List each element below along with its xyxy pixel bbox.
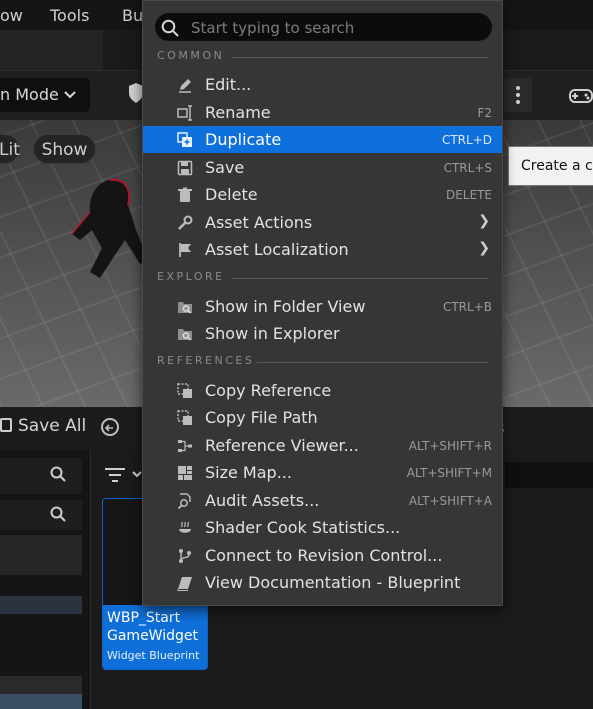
asset-search-input[interactable] xyxy=(505,462,593,488)
menu-item-show-in-folder-view[interactable]: Show in Folder View CTRL+B xyxy=(143,293,502,320)
collections-search-row[interactable] xyxy=(0,500,82,530)
tooltip: Create a co xyxy=(508,146,593,186)
pencil-icon xyxy=(177,77,193,93)
menu-item-shader-cook-statistics[interactable]: Shader Cook Statistics... xyxy=(143,514,502,541)
menu-item-duplicate[interactable]: Duplicate CTRL+D xyxy=(143,126,502,153)
menu-window[interactable]: ow xyxy=(0,6,23,25)
menu-build[interactable]: Bu xyxy=(122,6,143,25)
audit-icon xyxy=(177,493,193,510)
menu-item-copy-file-path[interactable]: Copy File Path xyxy=(143,404,502,431)
rename-icon xyxy=(177,105,193,121)
search-icon[interactable] xyxy=(50,506,66,522)
shader-icon xyxy=(177,520,193,536)
section-references: REFERENCES xyxy=(157,354,255,367)
menu-search-box[interactable] xyxy=(155,13,492,41)
asset-name: WBP_Start GameWidget xyxy=(107,610,198,644)
search-icon[interactable] xyxy=(50,466,66,482)
gamepad-icon[interactable] xyxy=(568,84,593,110)
character-mesh xyxy=(71,178,148,278)
menu-item-show-in-explorer[interactable]: Show in Explorer xyxy=(143,320,502,347)
menu-tools[interactable]: Tools xyxy=(50,6,89,25)
menu-item-size-map[interactable]: Size Map... ALT+SHIFT+M xyxy=(143,459,502,486)
menu-item-copy-reference[interactable]: Copy Reference xyxy=(143,377,502,404)
menu-item-save[interactable]: Save CTRL+S xyxy=(143,154,502,181)
mode-dropdown-label: n Mode xyxy=(0,85,59,104)
back-arrow-icon[interactable] xyxy=(101,418,119,436)
menu-item-asset-actions[interactable]: Asset Actions ❯ xyxy=(143,209,502,236)
more-options-button[interactable] xyxy=(504,78,532,112)
save-icon xyxy=(177,160,193,176)
graph-icon xyxy=(177,438,193,454)
folder-row-active[interactable] xyxy=(0,694,82,709)
grid-icon xyxy=(177,465,193,481)
trash-icon xyxy=(177,187,193,203)
book-icon xyxy=(177,575,193,591)
mode-dropdown[interactable]: n Mode xyxy=(0,78,90,112)
editor-tab[interactable] xyxy=(0,30,103,70)
lit-mode-button[interactable]: Lit xyxy=(0,134,20,164)
asset-type: Widget Blueprint xyxy=(107,649,200,662)
search-icon xyxy=(161,19,179,41)
save-all-button[interactable]: Save All xyxy=(0,416,86,436)
divider xyxy=(231,57,489,58)
folder-search-icon xyxy=(177,299,193,315)
chevron-right-icon: ❯ xyxy=(478,240,490,256)
kebab-icon xyxy=(516,86,520,104)
folder-row[interactable] xyxy=(0,676,82,694)
menu-item-audit-assets[interactable]: Audit Assets... ALT+SHIFT+A xyxy=(143,487,502,514)
menu-item-edit[interactable]: Edit... xyxy=(143,71,502,98)
menu-item-asset-localization[interactable]: Asset Localization ❯ xyxy=(143,236,502,263)
asset-label: WBP_Start GameWidget Widget Blueprint xyxy=(103,605,207,669)
folder-search-icon xyxy=(177,326,193,342)
filter-icon[interactable] xyxy=(105,466,145,488)
folder-search-row[interactable] xyxy=(0,458,82,494)
save-icon xyxy=(0,418,12,432)
menu-item-rename[interactable]: Rename F2 xyxy=(143,99,502,126)
menu-item-reference-viewer[interactable]: Reference Viewer... ALT+SHIFT+R xyxy=(143,432,502,459)
folder-row[interactable] xyxy=(0,535,82,575)
duplicate-icon xyxy=(177,132,193,148)
menu-item-view-documentation[interactable]: View Documentation - Blueprint xyxy=(143,569,502,596)
wrench-icon xyxy=(177,215,193,231)
flag-icon xyxy=(177,242,193,258)
menu-search-input[interactable] xyxy=(189,15,483,41)
menu-item-delete[interactable]: Delete DELETE xyxy=(143,181,502,208)
show-button[interactable]: Show xyxy=(33,134,96,164)
chevron-right-icon: ❯ xyxy=(478,213,490,229)
chevron-down-icon xyxy=(64,78,76,124)
branch-icon xyxy=(177,548,193,564)
divider xyxy=(231,278,489,279)
context-menu: COMMON Edit... Rename F2 Duplicate CTRL+… xyxy=(142,0,503,606)
menu-item-connect-revision-control[interactable]: Connect to Revision Control... xyxy=(143,542,502,569)
copy-icon xyxy=(177,383,193,399)
copy-icon xyxy=(177,410,193,426)
divider xyxy=(257,362,489,363)
section-common: COMMON xyxy=(157,49,225,62)
folder-row-selected[interactable] xyxy=(0,596,82,614)
section-explore: EXPLORE xyxy=(157,270,225,283)
